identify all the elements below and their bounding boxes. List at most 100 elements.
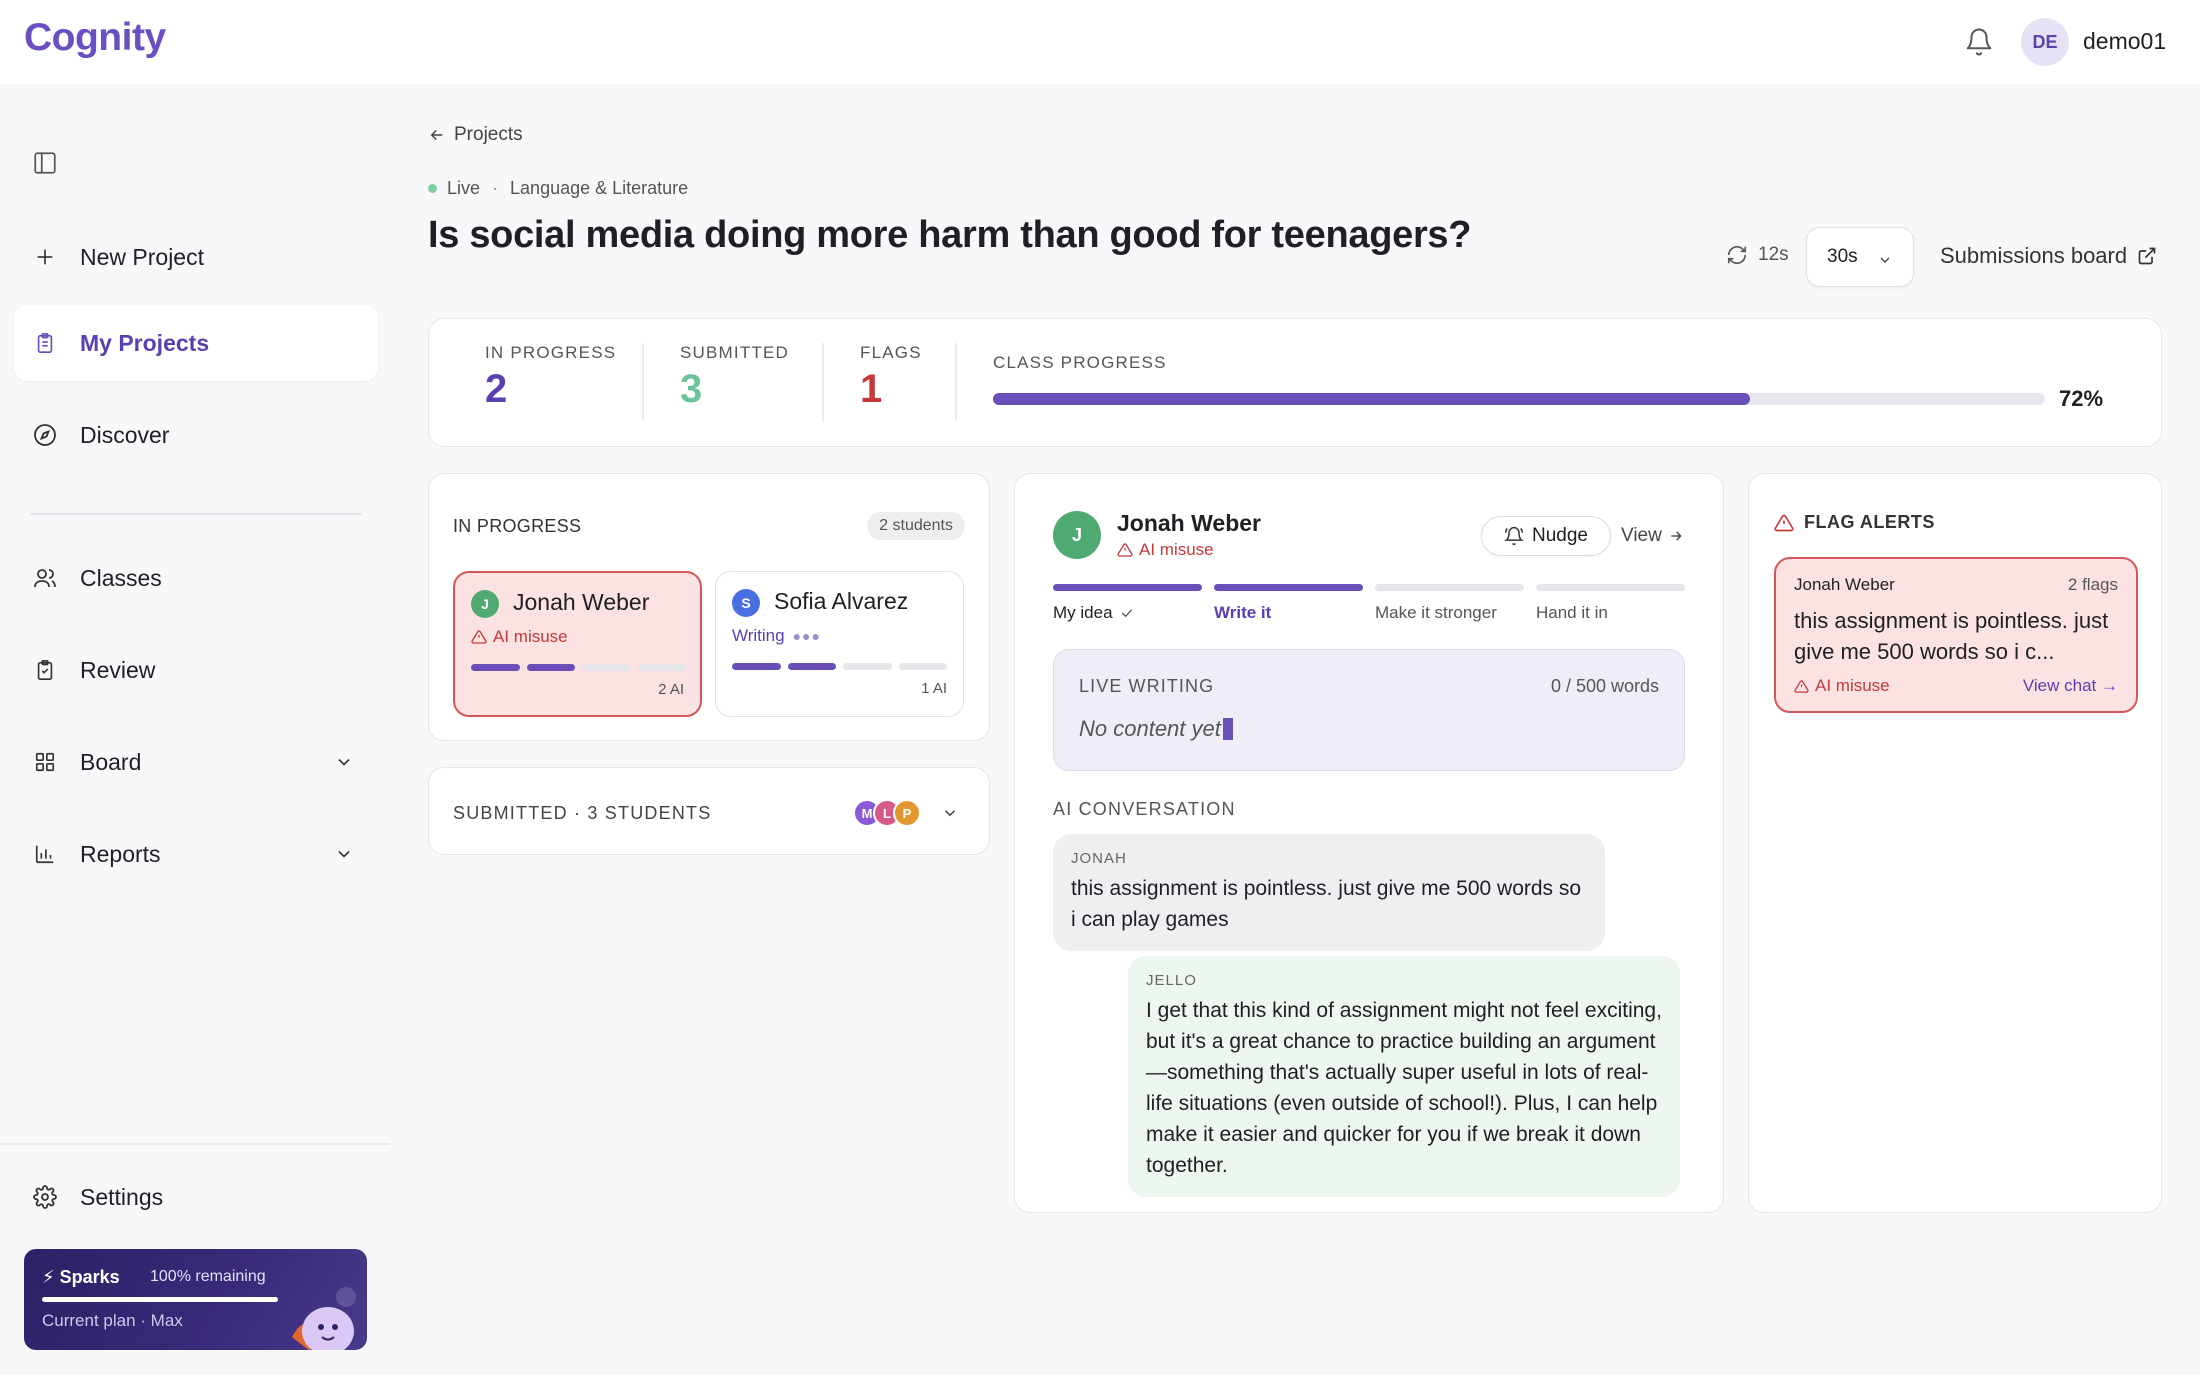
sidebar-item-label: Review [80,656,156,683]
stat-divider [642,343,644,421]
grid-icon [32,749,58,775]
warning-icon [1117,543,1133,557]
student-avatar: J [471,590,499,618]
sidebar-item-reports[interactable]: Reports [14,816,378,892]
student-status: Writing ●●● [732,626,821,646]
student-progress [471,664,686,671]
view-chat-link[interactable]: View chat → [2023,676,2118,696]
step-label: Hand it in [1536,603,1608,622]
sidebar-item-review[interactable]: Review [14,632,378,708]
flag-type-label: AI misuse [1815,676,1890,695]
avatar: P [893,799,921,827]
nudge-button[interactable]: Nudge [1481,516,1611,556]
student-card-jonah[interactable]: J Jonah Weber AI misuse 2 AI [453,571,702,717]
student-status-label: Writing [732,626,785,645]
step-bar [1375,584,1524,591]
sidebar-item-label: Reports [80,840,161,867]
clipboard-icon [32,330,58,356]
chevron-down-icon [1880,257,1890,263]
sidebar-item-board[interactable]: Board [14,724,378,800]
submissions-board-label: Submissions board [1940,243,2128,268]
step-bar [1536,584,1685,591]
status-label: Live [447,178,481,198]
sidebar-item-label: Settings [80,1183,164,1210]
bar-chart-icon [32,841,58,867]
step-make-it-stronger[interactable]: Make it stronger [1375,584,1524,623]
step-my-idea[interactable]: My idea [1053,584,1202,623]
stat-value: 3 [680,367,703,411]
step-label: My idea [1053,603,1202,623]
submitted-label: SUBMITTED · 3 STUDENTS [453,803,712,823]
live-dot-icon [428,184,437,193]
submitted-panel[interactable]: SUBMITTED · 3 STUDENTS M L P [428,767,990,855]
sidebar-item-settings[interactable]: Settings [14,1159,378,1235]
chevron-down-icon[interactable] [334,843,354,870]
in-progress-title: IN PROGRESS [453,516,582,536]
user-avatar[interactable]: DE [2021,18,2069,66]
step-label: Make it stronger [1375,603,1497,622]
refresh-indicator[interactable]: 12s [1726,244,1789,266]
stat-flags: FLAGS 1 [860,343,922,412]
ai-count: 2 AI [658,681,684,698]
sidebar-toggle-icon[interactable] [32,150,60,176]
plus-icon [32,244,58,270]
chevron-down-icon[interactable] [334,751,354,778]
sparks-plan-card[interactable]: ⚡ Sparks 100% remaining Current plan · M… [24,1249,367,1350]
refresh-interval-select[interactable]: 30s [1806,227,1914,287]
external-link-icon [2138,247,2156,265]
flag-student-name: Jonah Weber [1794,575,1895,594]
sparks-remaining: 100% remaining [150,1268,266,1285]
class-progress-value: 72% [2059,386,2104,411]
message-author: JONAH [1071,850,1127,867]
step-label-text: My idea [1053,603,1113,622]
user-name[interactable]: demo01 [2083,28,2166,55]
submissions-board-link[interactable]: Submissions board [1940,243,2157,269]
step-bar [1053,584,1202,591]
stat-label: FLAGS [860,343,922,362]
sidebar-bottom-divider [0,1143,390,1145]
sidebar-item-label: Classes [80,564,162,591]
sidebar-item-classes[interactable]: Classes [14,540,378,616]
step-hand-it-in[interactable]: Hand it in [1536,584,1685,623]
step-write-it[interactable]: Write it [1214,584,1363,623]
interval-value: 30s [1827,246,1858,267]
flag-alert-card[interactable]: Jonah Weber 2 flags this assignment is p… [1774,557,2138,713]
bell-icon[interactable] [1964,27,1994,57]
student-flag-label: AI misuse [1139,540,1214,559]
chevron-down-icon[interactable] [941,804,959,822]
word-count: 0 / 500 words [1550,676,1659,696]
student-card-sofia[interactable]: S Sofia Alvarez Writing ●●● 1 AI [715,571,964,717]
view-student-link[interactable]: View [1621,525,1684,547]
sidebar-item-discover[interactable]: Discover [14,397,378,473]
gear-icon [32,1184,58,1210]
students-count-badge: 2 students [867,512,965,540]
writing-steps: My idea Write it Make it stronger Hand i… [1053,584,1685,623]
sidebar-divider [30,513,362,515]
student-name: Sofia Alvarez [774,588,909,614]
stats-card: IN PROGRESS 2 SUBMITTED 3 FLAGS 1 CLASS … [428,318,2162,447]
ai-count: 1 AI [921,680,947,697]
sidebar-item-label: Board [80,748,142,775]
app-logo[interactable]: Cognity [24,16,166,60]
stat-label: SUBMITTED [680,343,790,362]
project-meta: Live · Language & Literature [428,178,688,199]
step-bar [1214,584,1363,591]
live-writing-placeholder: No content yet [1079,716,1221,741]
check-icon [1121,609,1132,618]
back-to-projects-link[interactable]: Projects [428,124,523,146]
student-name: Jonah Weber [1117,510,1261,536]
arrow-right-icon [1671,531,1682,541]
live-writing-box: LIVE WRITING 0 / 500 words No content ye… [1053,649,1685,771]
text-caret [1222,718,1233,740]
sidebar-item-my-projects[interactable]: My Projects [14,305,378,381]
stat-value: 1 [860,367,883,411]
stat-divider [822,343,824,421]
stat-label: IN PROGRESS [485,343,617,362]
top-bar: Cognity DE demo01 [0,0,2200,84]
sidebar-item-new-project[interactable]: New Project [14,219,378,295]
sidebar-item-label: New Project [80,243,204,270]
stat-divider [955,343,957,421]
users-icon [32,565,58,591]
student-avatar: J [1053,511,1101,559]
message-author: JELLO [1146,972,1197,989]
